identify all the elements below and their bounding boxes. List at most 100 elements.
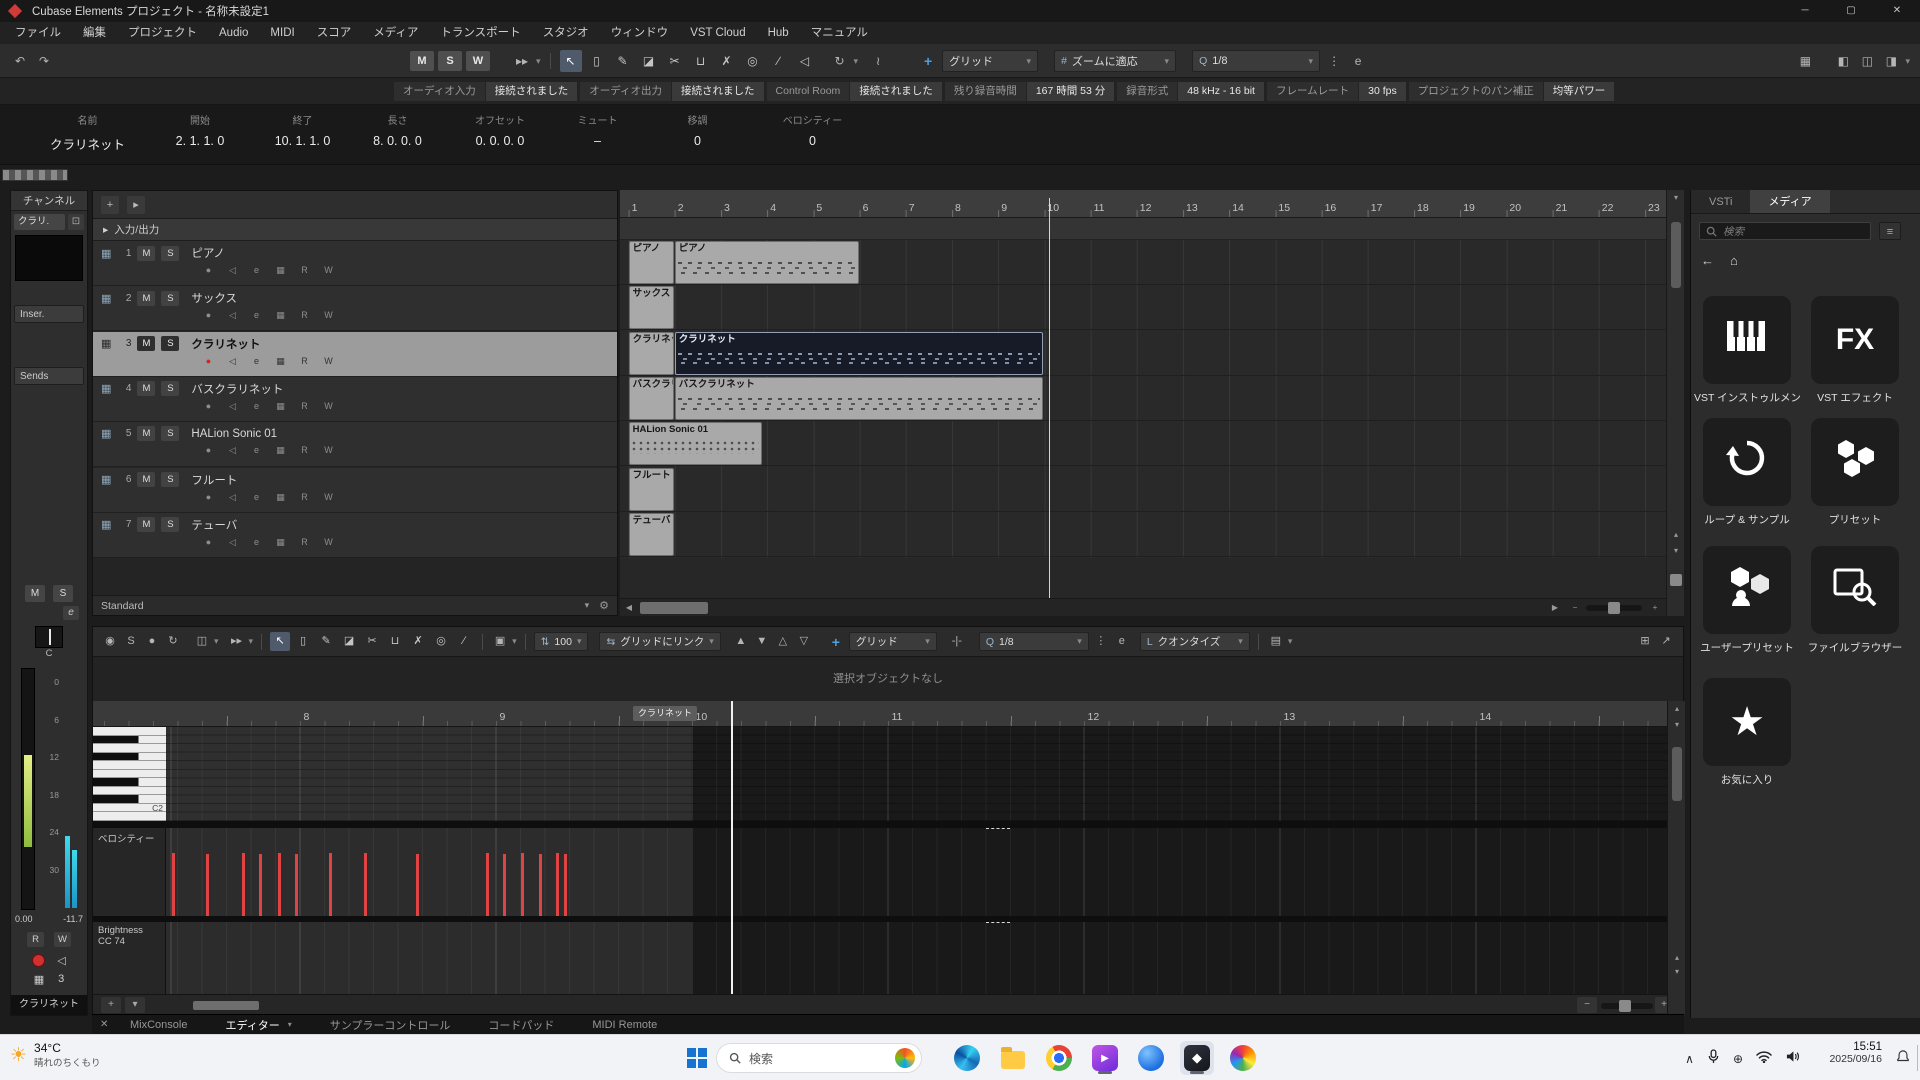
copilot-icon[interactable] <box>1134 1041 1168 1075</box>
independent-loop-icon[interactable]: ↻ <box>164 632 182 651</box>
undo-button[interactable]: ↶ <box>10 50 30 72</box>
track-read-button[interactable]: R <box>297 355 312 368</box>
lane-preset-caret[interactable]: ▾ <box>125 997 145 1013</box>
info-field-1[interactable]: 開始2. 1. 1. 0 <box>145 105 255 164</box>
volume-icon[interactable] <box>1785 1050 1800 1067</box>
track-solo-button[interactable]: S <box>161 426 179 441</box>
track-record-button[interactable]: ● <box>201 309 216 322</box>
quantize-panel-button[interactable]: e <box>1113 632 1131 651</box>
line-tool[interactable]: ∕ <box>768 50 790 72</box>
iterative-quantize-icon[interactable]: ⋮ <box>1092 632 1110 651</box>
track-solo-button[interactable]: S <box>161 336 179 351</box>
editor-zoom-out-button[interactable]: − <box>1577 997 1597 1013</box>
setup-window-layout-icon[interactable]: ▦ <box>1795 50 1815 72</box>
glue-tool[interactable]: ⊔ <box>385 632 405 651</box>
velocity-bar[interactable] <box>295 854 298 916</box>
velocity-bar[interactable] <box>539 854 542 916</box>
velocity-bar[interactable] <box>556 853 559 916</box>
project-cursor[interactable] <box>1049 198 1050 598</box>
track-row[interactable]: ▦4MSバスクラリネット●◁e▦RW <box>93 377 617 422</box>
velocity-bar[interactable] <box>364 853 367 916</box>
piano-key[interactable] <box>93 761 166 770</box>
cubase-taskbar-icon[interactable]: ◆ <box>1180 1041 1214 1075</box>
lower-zone-close-button[interactable]: ✕ <box>100 1019 108 1030</box>
track-edit-button[interactable]: e <box>249 491 264 504</box>
track-edit-button[interactable]: e <box>249 355 264 368</box>
mute-tool[interactable]: ✗ <box>716 50 738 72</box>
bottom-tab-0[interactable]: MixConsole <box>130 1019 187 1031</box>
info-field-3[interactable]: 長さ8. 0. 0. 0 <box>350 105 445 164</box>
timeline-ruler[interactable]: 1234567891011121314151617181920212223 <box>620 190 1666 218</box>
track-edit-button[interactable]: e <box>249 444 264 457</box>
bottom-tab-1[interactable]: エディター <box>225 1017 279 1033</box>
preset-gear-icon[interactable]: ⚙ <box>599 599 609 612</box>
snap-toggle[interactable]: + <box>918 51 938 71</box>
channel-edit-button[interactable]: e <box>63 606 79 620</box>
menu-item-3[interactable]: Audio <box>208 22 259 44</box>
event-color-icon[interactable]: ▤ <box>1267 632 1285 651</box>
bottom-tab-3[interactable]: コードパッド <box>488 1017 554 1033</box>
edge-icon[interactable] <box>950 1041 984 1075</box>
velocity-bar[interactable] <box>521 853 524 916</box>
piano-key[interactable] <box>93 787 166 796</box>
menu-item-2[interactable]: プロジェクト <box>117 22 208 44</box>
quantize-preset-dropdown[interactable]: Q1/8▾ <box>979 632 1089 651</box>
media-tile-fx[interactable]: FX <box>1811 296 1899 384</box>
draw-tool[interactable]: ✎ <box>612 50 634 72</box>
line-tool[interactable]: ∕ <box>454 632 474 651</box>
track-record-button[interactable]: ● <box>201 491 216 504</box>
track-row[interactable]: ▦5MSHALion Sonic 01●◁e▦RW <box>93 422 617 467</box>
track-instrument-icon[interactable]: ▦ <box>273 309 288 322</box>
track-instrument-icon[interactable]: ▦ <box>273 536 288 549</box>
controller-lane[interactable] <box>166 922 1667 994</box>
channel-solo-button[interactable]: S <box>53 585 73 602</box>
channel-expand-icon[interactable]: ⊡ <box>68 214 84 230</box>
track-write-button[interactable]: W <box>321 491 336 504</box>
arrangement-empty-area[interactable] <box>620 558 1666 598</box>
midi-part[interactable]: ピアノ <box>629 241 674 284</box>
channel-mute-button[interactable]: M <box>25 585 45 602</box>
left-zone-toggle[interactable]: ◧ <box>1833 50 1853 72</box>
dropdown-caret-icon[interactable]: ▾ <box>214 632 219 651</box>
record-enable-button[interactable] <box>32 954 45 967</box>
track-instrument-icon[interactable]: ▦ <box>273 355 288 368</box>
editor-vzoom-down[interactable]: ▾ <box>1669 967 1685 976</box>
quantize-preset-dropdown[interactable]: Q1/8▾ <box>1192 50 1320 72</box>
erase-tool[interactable]: ◪ <box>339 632 359 651</box>
preset-caret-icon[interactable]: ▾ <box>585 600 590 611</box>
right-zone-tab-1[interactable]: メディア <box>1750 190 1829 213</box>
track-solo-button[interactable]: S <box>161 291 179 306</box>
grid-type-dropdown[interactable]: グリッド▾ <box>849 632 937 651</box>
info-field-6[interactable]: 移調0 <box>640 105 755 164</box>
media-tile-userpreset[interactable] <box>1703 546 1791 634</box>
track-instrument-icon[interactable]: ▦ <box>273 444 288 457</box>
info-field-4[interactable]: オフセット0. 0. 0. 0 <box>445 105 555 164</box>
editor-vscrollbar[interactable]: ▴ ▾ ▴ ▾ <box>1667 701 1685 1015</box>
track-mute-button[interactable]: M <box>137 381 155 396</box>
redo-button[interactable]: ↷ <box>34 50 54 72</box>
menu-item-5[interactable]: スコア <box>306 22 363 44</box>
track-solo-button[interactable]: S <box>161 472 179 487</box>
track-read-button[interactable]: R <box>297 444 312 457</box>
track-solo-button[interactable]: S <box>161 246 179 261</box>
track-read-button[interactable]: R <box>297 536 312 549</box>
track-edit-button[interactable]: e <box>249 400 264 413</box>
track-edit-button[interactable]: e <box>249 309 264 322</box>
track-record-button[interactable]: ● <box>201 264 216 277</box>
play-tool[interactable]: ◁ <box>794 50 816 72</box>
track-solo-button[interactable]: S <box>161 517 179 532</box>
weather-widget[interactable]: ☀ 34°C 晴れのちくもり <box>10 1041 101 1069</box>
velocity-bar[interactable] <box>416 854 419 916</box>
explorer-icon[interactable] <box>996 1041 1030 1075</box>
scroll-right-button[interactable]: ▶ <box>1546 600 1564 616</box>
split-tool[interactable]: ✂ <box>664 50 686 72</box>
zoom-tool[interactable]: ◎ <box>431 632 451 651</box>
solo-editor-button[interactable]: S <box>122 632 140 651</box>
track-monitor-button[interactable]: ◁ <box>225 264 240 277</box>
write-automation-button[interactable]: W <box>54 932 71 947</box>
editor-popout-button[interactable]: ↗ <box>1657 632 1675 651</box>
arrangement-vscrollbar[interactable]: ▾ ▴ ▾ <box>1666 190 1684 616</box>
global-write-automation-button[interactable]: W <box>466 51 490 71</box>
zoom-out-button[interactable]: − <box>1566 600 1584 616</box>
bottom-tab-4[interactable]: MIDI Remote <box>592 1019 657 1031</box>
